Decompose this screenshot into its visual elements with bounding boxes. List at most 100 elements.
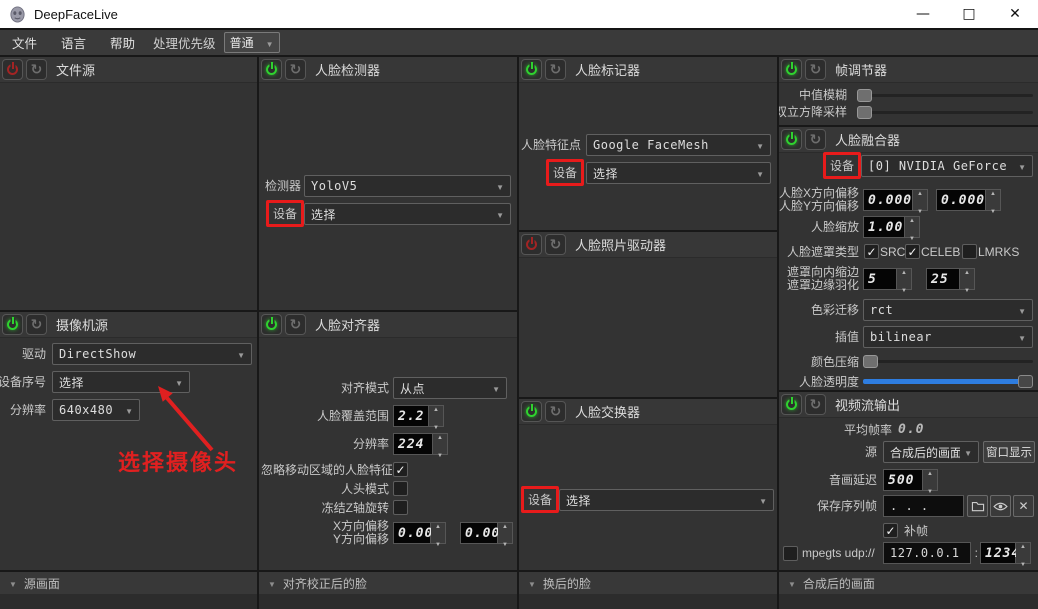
panel-face-swapper: 人脸交换器 设备 选择 <box>519 399 777 570</box>
slider-handle[interactable] <box>863 355 878 368</box>
spinner-value[interactable]: 1.00 <box>863 216 905 238</box>
file-source-reset-button[interactable] <box>26 59 47 80</box>
face-swapper-reset-button[interactable] <box>545 401 566 422</box>
device-dropdown[interactable]: 选择 <box>586 162 771 184</box>
spinner-arrows[interactable] <box>913 189 928 211</box>
viewer-header[interactable]: 对齐校正后的脸 <box>259 572 517 594</box>
spinner-arrows[interactable] <box>429 405 444 427</box>
color-compression-slider[interactable] <box>863 355 1033 368</box>
mask-celeb-checkbox[interactable] <box>905 244 920 259</box>
spinner-value[interactable]: 0.000 <box>936 189 986 211</box>
coverage-spinner[interactable]: 2.2 <box>393 405 444 427</box>
face-detector-reset-button[interactable] <box>285 59 306 80</box>
clear-button[interactable] <box>1013 495 1034 517</box>
mpegts-checkbox[interactable] <box>783 546 798 561</box>
face-y-offset-spinner[interactable]: 0.000 <box>936 189 1001 211</box>
exclude-moving-checkbox[interactable] <box>393 462 408 477</box>
slider-handle[interactable] <box>857 89 872 102</box>
face-marker-power-button[interactable] <box>521 59 542 80</box>
viewer-header[interactable]: 源画面 <box>0 572 257 594</box>
save-sequence-field[interactable]: . . . <box>883 495 964 517</box>
mask-lmrks-checkbox[interactable] <box>962 244 977 259</box>
minimize-button[interactable]: — <box>900 0 946 28</box>
face-merger-reset-button[interactable] <box>805 129 826 150</box>
driver-dropdown[interactable]: DirectShow <box>52 343 252 365</box>
udp-port-spinner[interactable]: 1234 <box>980 542 1031 564</box>
mask-erode-spinner[interactable]: 5 <box>863 268 912 290</box>
x-offset-spinner[interactable]: 0.00 <box>393 522 446 544</box>
spinner-arrows[interactable] <box>960 268 975 290</box>
spinner-value[interactable]: 5 <box>863 268 897 290</box>
resolution-spinner[interactable]: 224 <box>393 433 448 455</box>
camera-source-power-button[interactable] <box>2 314 23 335</box>
spinner-arrows[interactable] <box>897 268 912 290</box>
device-dropdown[interactable]: 选择 <box>559 489 774 511</box>
delay-spinner[interactable]: 500 <box>883 469 938 491</box>
resolution-dropdown[interactable]: 640x480 <box>52 399 140 421</box>
slider-handle[interactable] <box>1018 375 1033 388</box>
maximize-button[interactable]: □ <box>946 0 992 28</box>
spinner-arrows[interactable] <box>498 522 513 544</box>
stream-output-power-button[interactable] <box>781 394 802 415</box>
face-marker-reset-button[interactable] <box>545 59 566 80</box>
detector-dropdown[interactable]: YoloV5 <box>304 175 511 197</box>
spinner-value[interactable]: 0.000 <box>863 189 913 211</box>
close-button[interactable]: ✕ <box>992 0 1038 28</box>
window-display-button[interactable]: 窗口显示 <box>983 441 1035 463</box>
face-aligner-reset-button[interactable] <box>285 314 306 335</box>
menu-file[interactable]: 文件 <box>0 33 49 52</box>
device-dropdown[interactable]: 选择 <box>304 203 511 225</box>
folder-browse-button[interactable] <box>967 495 988 517</box>
file-source-power-button[interactable] <box>2 59 23 80</box>
viewer-merged-frame: 合成后的画面 <box>779 572 1038 609</box>
downsample-slider[interactable] <box>857 106 1033 119</box>
camera-source-reset-button[interactable] <box>26 314 47 335</box>
face-merger-power-button[interactable] <box>781 129 802 150</box>
spinner-value[interactable]: 1234 <box>980 542 1019 564</box>
color-transfer-dropdown[interactable]: rct <box>863 299 1033 321</box>
viewer-header[interactable]: 合成后的画面 <box>779 572 1038 594</box>
face-animator-reset-button[interactable] <box>545 234 566 255</box>
freeze-z-checkbox[interactable] <box>393 500 408 515</box>
median-blur-slider[interactable] <box>857 89 1033 102</box>
face-detector-power-button[interactable] <box>261 59 282 80</box>
spinner-arrows[interactable] <box>1016 542 1031 564</box>
menu-language[interactable]: 语言 <box>49 33 98 52</box>
mask-src-checkbox[interactable] <box>864 244 879 259</box>
spinner-value[interactable]: 500 <box>883 469 923 491</box>
menu-help[interactable]: 帮助 <box>98 33 147 52</box>
align-mode-dropdown[interactable]: 从点 <box>393 377 507 399</box>
frame-adjuster-reset-button[interactable] <box>805 59 826 80</box>
landmarks-dropdown[interactable]: Google FaceMesh <box>586 134 771 156</box>
spinner-arrows[interactable] <box>433 433 448 455</box>
udp-host-field[interactable]: 127.0.0.1 <box>883 542 971 564</box>
face-swapper-power-button[interactable] <box>521 401 542 422</box>
interpolation-dropdown[interactable]: bilinear <box>863 326 1033 348</box>
priority-dropdown[interactable]: 普通 <box>223 32 280 53</box>
face-x-offset-spinner[interactable]: 0.000 <box>863 189 928 211</box>
spinner-value[interactable]: 224 <box>393 433 433 455</box>
viewer-header[interactable]: 换后的脸 <box>519 572 777 594</box>
spinner-value[interactable]: 2.2 <box>393 405 429 427</box>
source-dropdown[interactable]: 合成后的画面 <box>883 441 979 463</box>
slider-handle[interactable] <box>857 106 872 119</box>
device-dropdown[interactable]: [0] NVIDIA GeForce GT <box>861 155 1033 177</box>
spinner-value[interactable]: 25 <box>926 268 960 290</box>
fill-frames-checkbox[interactable] <box>883 523 898 538</box>
frame-adjuster-power-button[interactable] <box>781 59 802 80</box>
y-offset-spinner[interactable]: 0.00 <box>460 522 513 544</box>
stream-output-reset-button[interactable] <box>805 394 826 415</box>
face-animator-power-button[interactable] <box>521 234 542 255</box>
spinner-value[interactable]: 0.00 <box>393 522 432 544</box>
face-aligner-power-button[interactable] <box>261 314 282 335</box>
spinner-arrows[interactable] <box>905 216 920 238</box>
spinner-arrows[interactable] <box>431 522 446 544</box>
head-mode-checkbox[interactable] <box>393 481 408 496</box>
preview-button[interactable] <box>990 495 1011 517</box>
mask-blur-spinner[interactable]: 25 <box>926 268 975 290</box>
spinner-arrows[interactable] <box>986 189 1001 211</box>
face-scale-spinner[interactable]: 1.00 <box>863 216 920 238</box>
spinner-arrows[interactable] <box>923 469 938 491</box>
opacity-slider[interactable] <box>863 375 1033 388</box>
spinner-value[interactable]: 0.00 <box>460 522 499 544</box>
